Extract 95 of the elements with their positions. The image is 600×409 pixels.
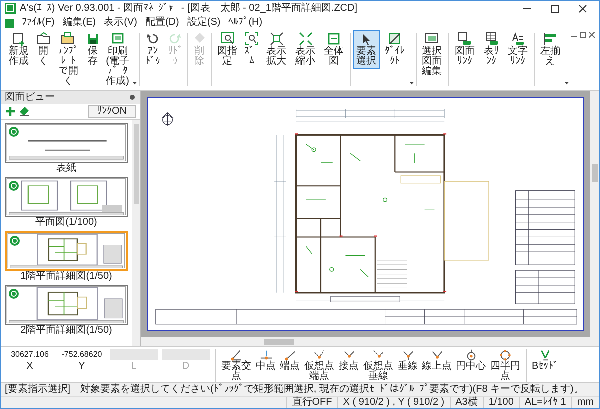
- toolbar-button[interactable]: ﾃﾝﾌﾟﾚｰﾄで開く: [54, 30, 82, 89]
- app-icon: [5, 3, 16, 14]
- horizontal-scrollbar[interactable]: [141, 337, 599, 346]
- toolbar-button[interactable]: ｽﾞｰﾑ: [242, 30, 262, 69]
- linked-sheet-icon: [458, 32, 472, 46]
- toolbar-button[interactable]: 印刷(電子ﾃﾞｰﾀ作成): [104, 30, 132, 89]
- toolbar-button[interactable]: 左揃え: [536, 30, 564, 69]
- snap-button[interactable]: 垂線: [397, 349, 419, 372]
- intersection-snap-icon: [230, 349, 243, 362]
- field-label: D: [182, 362, 190, 372]
- linked-text-icon: [511, 32, 526, 46]
- link-toggle-button[interactable]: ﾘﾝｸON: [88, 105, 136, 118]
- status-cell: 直行OFF: [286, 397, 338, 408]
- new-document-icon: [12, 32, 26, 46]
- toolbar-button[interactable]: 図指定: [214, 30, 242, 69]
- snap-button[interactable]: Bｾｯﾄﾞ: [531, 349, 560, 372]
- on-line-snap-icon: [430, 349, 444, 362]
- panel-title: 図面ビュー: [5, 92, 55, 102]
- picture-frame-icon: [425, 32, 440, 46]
- snap-button[interactable]: 接点: [338, 349, 360, 372]
- toolbar-button[interactable]: 新規作成: [5, 30, 33, 69]
- frame-icon: [327, 32, 342, 46]
- pane-restore-button[interactable]: [580, 32, 586, 38]
- pin-icon[interactable]: [129, 94, 136, 101]
- midpoint-snap-icon: [260, 349, 272, 362]
- status-cell: AL=ﾚｲﾔ 1: [518, 397, 572, 408]
- printer-icon: [110, 32, 125, 46]
- toolbar-button[interactable]: 図面ﾘﾝｸ: [450, 30, 479, 69]
- toolbar-button[interactable]: 要素選択: [352, 30, 380, 69]
- undo-arrow-icon: [146, 32, 160, 46]
- status-cell: A3横: [450, 397, 483, 408]
- add-icon[interactable]: [5, 106, 16, 117]
- badge-icon: [9, 181, 19, 191]
- toolbar-button[interactable]: 選択図面編集: [418, 30, 446, 79]
- toolbar-button[interactable]: 表ﾘﾝｸ: [480, 30, 504, 69]
- sheet-label: 2階平面詳細図(1/50): [20, 326, 112, 336]
- field-label: Y: [78, 362, 86, 372]
- redo-arrow-icon: [168, 32, 182, 46]
- status-cell: 1/100: [482, 397, 519, 408]
- menu-item[interactable]: 表示(V): [104, 18, 138, 28]
- badge-icon: [9, 289, 19, 299]
- field-label: L: [131, 362, 137, 372]
- magnifier-icon: [244, 32, 259, 46]
- shrink-arrows-icon: [298, 32, 313, 46]
- status-cell: X ( 910/2 ) , Y ( 910/2 ): [337, 397, 450, 408]
- toolbar-button[interactable]: 開く: [34, 30, 54, 69]
- status-message: [要素指示選択] 対象要素を選択してください(ﾄﾞﾗｯｸﾞで矩形範囲選択, 現在の選択ﾓｰﾄﾞはｸﾞﾙｰﾌﾟ要素です)(F8 キーで反転します)。: [4, 383, 585, 396]
- expand-arrows-icon: [270, 32, 284, 46]
- window-title: A's(ｴｰｽ) Ver 0.93.001 - 図面ﾏﾈｰｼﾞｬｰ - [図表 太郎 - 02_1階平面詳細図.ZCD]: [20, 4, 358, 14]
- quadrant-snap-icon: [499, 349, 512, 362]
- caret-icon[interactable]: [565, 81, 569, 86]
- snap-button[interactable]: 要素交点: [220, 349, 253, 382]
- snap-button[interactable]: 仮想点垂線: [362, 349, 395, 382]
- badge-icon: [10, 236, 20, 246]
- toolbar-button[interactable]: 表示拡大: [262, 30, 291, 69]
- toolbar-button[interactable]: ｱﾝﾄﾞｩ: [141, 30, 165, 69]
- menu-item[interactable]: ﾍﾙﾌﾟ(H): [228, 18, 263, 28]
- toolbar-button[interactable]: 保存: [83, 30, 103, 69]
- diagonal-square-icon: [388, 32, 402, 46]
- circle-center-snap-icon: [464, 349, 478, 362]
- toolbar-button[interactable]: 表示縮小: [292, 30, 320, 69]
- snap-button[interactable]: 端点: [279, 349, 301, 372]
- menu-item[interactable]: ﾌｧｲﾙ(F): [22, 18, 55, 28]
- status-cell: mm: [571, 397, 599, 408]
- sheet-label: 表紙: [56, 164, 76, 174]
- menu-item[interactable]: 編集(E): [62, 18, 96, 28]
- snap-button[interactable]: 四半円点: [489, 349, 522, 382]
- perpendicular-snap-icon: [402, 349, 414, 362]
- snap-button[interactable]: 線上点: [421, 349, 453, 372]
- pane-close-button[interactable]: [588, 32, 595, 38]
- vertical-scrollbar[interactable]: [132, 120, 140, 346]
- toolbar-button[interactable]: ﾀﾞｲﾚｸﾄ: [381, 30, 409, 69]
- badge-icon: [9, 127, 19, 137]
- field-label: X: [26, 362, 34, 372]
- linked-table-icon: [484, 32, 499, 46]
- close-button[interactable]: [577, 2, 589, 14]
- toolbar-button[interactable]: 全体図: [320, 30, 348, 69]
- offset-snap-icon: [538, 349, 552, 362]
- virtual-endpoint-snap-icon: [313, 349, 326, 362]
- snap-button[interactable]: 仮想点端点: [303, 349, 336, 382]
- snap-button[interactable]: 中点: [255, 349, 277, 372]
- folder-icon: [36, 32, 51, 46]
- sheet-label: 平面図(1/100): [36, 218, 98, 228]
- maximize-button[interactable]: [549, 2, 561, 14]
- caret-icon[interactable]: [410, 81, 414, 86]
- magnifier-icon: [220, 32, 235, 46]
- folder-icon: [61, 32, 76, 46]
- align-bars-icon: [544, 32, 558, 46]
- sheet-label: 1階平面詳細図(1/50): [20, 272, 112, 282]
- toolbar-button[interactable]: 文字ﾘﾝｸ: [504, 30, 532, 69]
- vertical-scrollbar[interactable]: [590, 91, 599, 337]
- endpoint-snap-icon: [284, 349, 296, 362]
- menu-item[interactable]: 配置(D): [145, 18, 180, 28]
- menu-item[interactable]: 設定(S): [187, 18, 221, 28]
- snap-button[interactable]: 円中心: [455, 349, 487, 372]
